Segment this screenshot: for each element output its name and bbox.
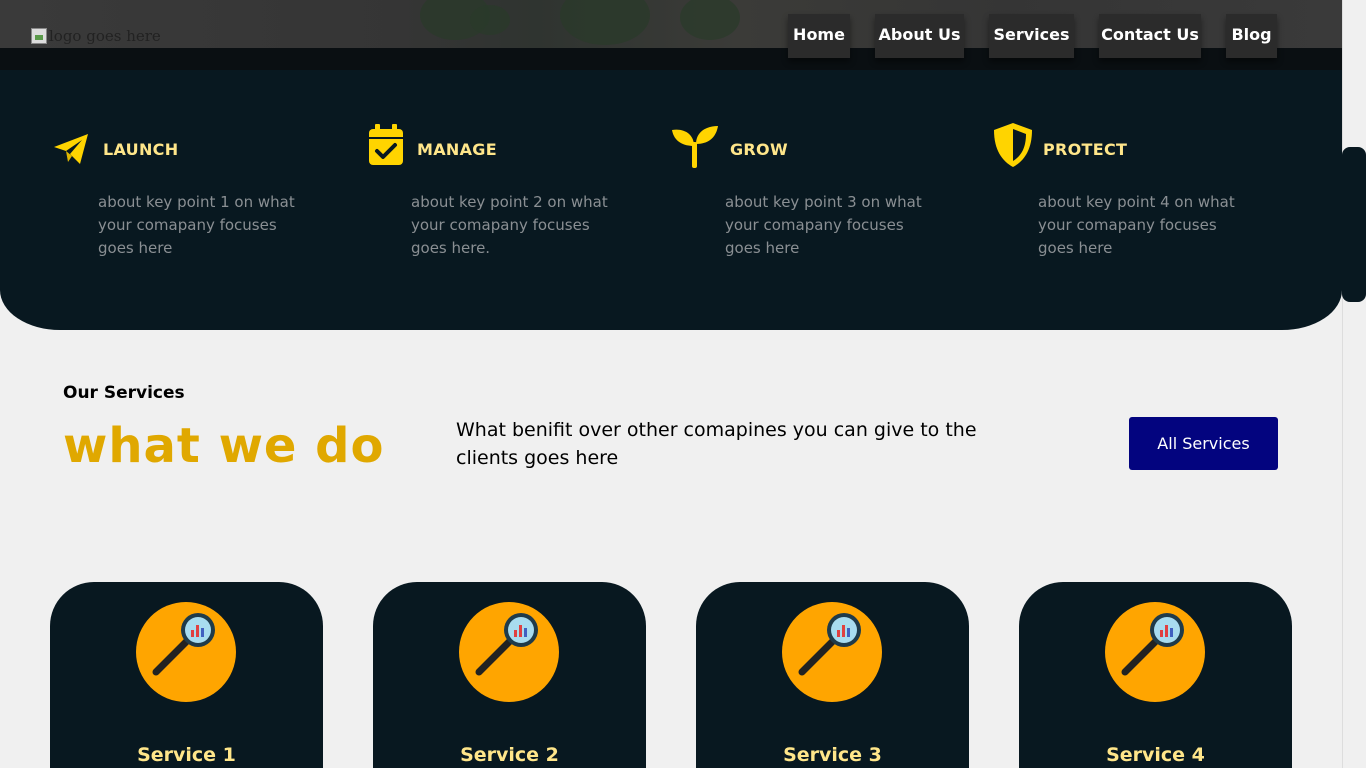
- service-icon-circle: [459, 602, 559, 702]
- nav-services-label: Services: [993, 24, 1070, 44]
- paper-plane-icon: [54, 134, 88, 164]
- service-icon-circle: [136, 602, 236, 702]
- key-point-text: about key point 4 on what your comapany …: [1038, 193, 1235, 257]
- service-card[interactable]: Service 1: [50, 582, 323, 768]
- all-services-button[interactable]: All Services: [1129, 417, 1278, 470]
- service-title: Service 3: [783, 744, 882, 766]
- section-blurb: What benifit over other comapines you ca…: [456, 419, 977, 469]
- service-card[interactable]: Service 4: [1019, 582, 1292, 768]
- magnifier-chart-icon: [798, 613, 861, 676]
- nav-about-us[interactable]: About Us: [875, 14, 964, 58]
- section-headline: what we do: [63, 418, 385, 474]
- nav-blog-label: Blog: [1231, 24, 1272, 44]
- nav-blog[interactable]: Blog: [1226, 14, 1277, 58]
- nav-contact-us[interactable]: Contact Us: [1099, 14, 1201, 58]
- service-card[interactable]: Service 2: [373, 582, 646, 768]
- service-title: Service 1: [137, 744, 236, 766]
- nav-contact-us-label: Contact Us: [1101, 24, 1199, 44]
- service-title: Service 4: [1106, 744, 1205, 766]
- shield-icon: [994, 123, 1032, 167]
- nav-home[interactable]: Home: [788, 14, 850, 58]
- section-eyebrow: Our Services: [63, 383, 185, 403]
- service-icon-circle: [782, 602, 882, 702]
- scrollbar-thumb[interactable]: [1342, 147, 1366, 302]
- key-point-text: about key point 2 on what your comapany …: [411, 193, 608, 257]
- service-title: Service 2: [460, 744, 559, 766]
- main-nav: Home About Us Services Contact Us Blog: [0, 14, 1342, 60]
- calendar-check-icon: [369, 124, 403, 165]
- key-point-title: GROW: [730, 140, 788, 159]
- key-point-title: LAUNCH: [103, 140, 179, 159]
- sprout-icon: [672, 126, 718, 168]
- key-point-text: about key point 1 on what your comapany …: [98, 193, 295, 257]
- service-icon-circle: [1105, 602, 1205, 702]
- nav-about-us-label: About Us: [878, 24, 961, 44]
- nav-services[interactable]: Services: [989, 14, 1074, 58]
- service-card[interactable]: Service 3: [696, 582, 969, 768]
- nav-home-label: Home: [793, 24, 845, 44]
- magnifier-chart-icon: [152, 613, 215, 676]
- magnifier-chart-icon: [475, 613, 538, 676]
- key-point-title: PROTECT: [1043, 140, 1128, 159]
- key-point-text: about key point 3 on what your comapany …: [725, 193, 922, 257]
- magnifier-chart-icon: [1121, 613, 1184, 676]
- scrollbar-track[interactable]: [1342, 0, 1366, 768]
- key-point-title: MANAGE: [417, 140, 497, 159]
